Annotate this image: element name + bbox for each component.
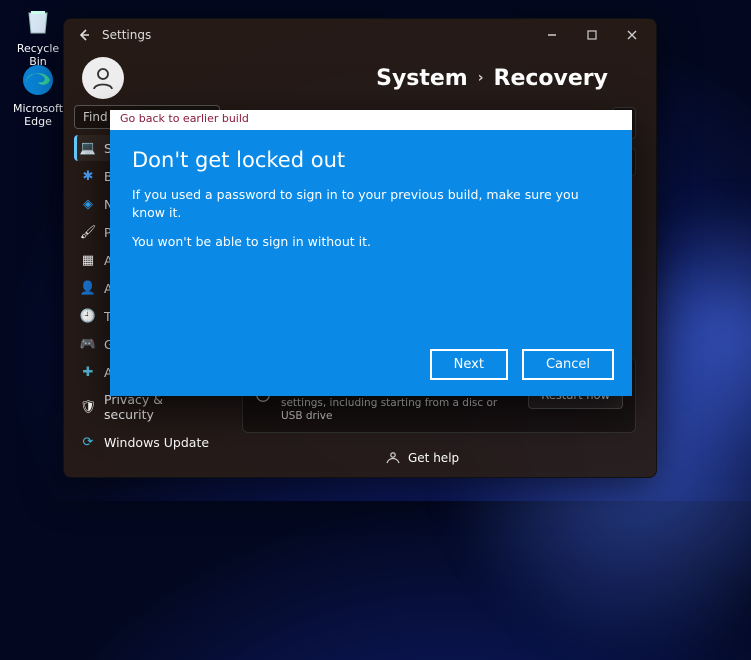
get-help-label: Get help [408, 451, 459, 465]
user-avatar[interactable] [82, 57, 124, 99]
dialog-text-1: If you used a password to sign in to you… [132, 186, 610, 221]
breadcrumb-current: Recovery [494, 66, 608, 91]
get-help-link[interactable]: Get help [386, 451, 459, 465]
accounts-icon: 👤 [80, 280, 96, 296]
recycle-bin-icon [18, 0, 58, 40]
maximize-button[interactable] [572, 19, 612, 51]
titlebar: Settings [64, 19, 656, 51]
desktop-icon-recycle-bin[interactable]: Recycle Bin [10, 0, 66, 68]
chevron-right-icon: › [478, 70, 484, 86]
dialog-title: Don't get locked out [132, 148, 610, 172]
close-button[interactable] [612, 19, 652, 51]
sidebar-item-label: Windows Update [104, 435, 209, 450]
minimize-button[interactable] [532, 19, 572, 51]
go-back-dialog: Go back to earlier build Don't get locke… [110, 110, 632, 396]
system-icon: 💻 [80, 140, 96, 156]
sidebar-item-label: Privacy & security [104, 392, 214, 422]
network-icon: ◈ [80, 196, 96, 212]
edge-icon [18, 60, 58, 100]
personalization-icon: 🖌 [80, 224, 96, 240]
bluetooth-icon: ✱ [80, 168, 96, 184]
sidebar-item-update[interactable]: ⟳ Windows Update [74, 429, 220, 455]
apps-icon: ▦ [80, 252, 96, 268]
help-icon [386, 451, 400, 465]
clock-icon: 🕘 [80, 308, 96, 324]
update-icon: ⟳ [80, 434, 96, 450]
gaming-icon: 🎮 [80, 336, 96, 352]
dialog-header: Go back to earlier build [110, 110, 632, 130]
breadcrumb-parent[interactable]: System [376, 66, 468, 91]
desktop-icon-label: Microsoft Edge [10, 102, 66, 128]
back-button[interactable] [74, 28, 94, 42]
cancel-button[interactable]: Cancel [522, 349, 614, 380]
window-title: Settings [102, 28, 151, 42]
desktop-icon-edge[interactable]: Microsoft Edge [10, 60, 66, 128]
next-button[interactable]: Next [430, 349, 508, 380]
breadcrumb: System › Recovery [376, 66, 608, 91]
accessibility-icon: ✚ [80, 364, 96, 380]
shield-icon: 🛡 [80, 399, 96, 415]
dialog-text-2: You won't be able to sign in without it. [132, 233, 610, 251]
